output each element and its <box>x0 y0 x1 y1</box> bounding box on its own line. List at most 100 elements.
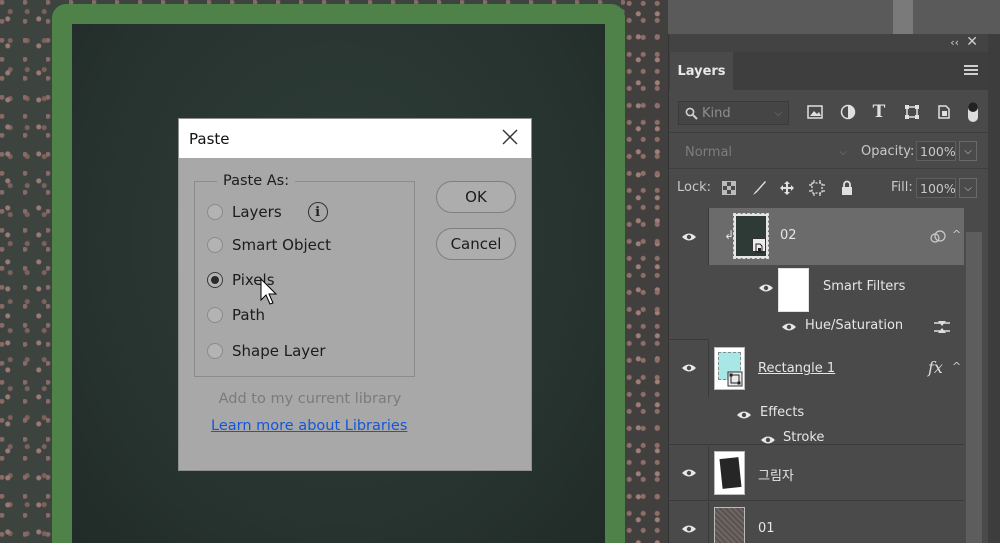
chevron-up-icon[interactable]: ^ <box>952 360 961 373</box>
filter-kind-select[interactable]: Kind ⌵ <box>678 101 789 125</box>
option-shape-layer[interactable]: Shape Layer <box>207 342 326 360</box>
filter-toggle-switch[interactable] <box>968 102 978 122</box>
blend-mode-value: Normal <box>685 144 733 160</box>
cancel-button[interactable]: Cancel <box>436 228 516 260</box>
hue-saturation-filter[interactable]: Hue/Saturation <box>805 318 903 333</box>
type-filter-icon[interactable]: T <box>870 102 888 122</box>
option-path-label: Path <box>232 306 265 324</box>
eye-icon[interactable] <box>736 410 752 420</box>
clipping-arrow-icon: ↲ <box>724 228 735 242</box>
eye-icon[interactable] <box>758 283 774 293</box>
tab-layers[interactable]: Layers <box>670 52 733 90</box>
radio-path[interactable] <box>207 307 223 323</box>
stroke-effect[interactable]: Stroke <box>783 430 824 445</box>
visibility-column <box>668 446 709 500</box>
dialog-title: Paste <box>189 129 230 148</box>
eye-icon[interactable] <box>681 468 697 478</box>
canvas-texture-strip <box>625 0 668 543</box>
smart-filter-indicator-icon[interactable] <box>930 230 946 244</box>
smart-filters-label[interactable]: Smart Filters <box>823 279 905 294</box>
info-icon[interactable]: i <box>307 202 328 222</box>
lock-transparent-pixels-icon[interactable] <box>720 179 738 197</box>
blend-row: Normal ⌵ Opacity: 100% ⌵ <box>669 132 988 168</box>
opacity-input[interactable]: 100% <box>916 141 956 161</box>
smart-object-badge-icon <box>752 238 766 253</box>
smart-object-filter-icon[interactable] <box>935 103 953 121</box>
workspace-scrollbar[interactable] <box>893 0 913 34</box>
learn-more-link[interactable]: Learn more about Libraries <box>211 418 407 434</box>
layer-rectangle-1-name[interactable]: Rectangle 1 <box>758 361 835 376</box>
eye-icon[interactable] <box>760 435 776 445</box>
fill-label: Fill: <box>891 180 913 195</box>
blend-mode-select[interactable]: Normal ⌵ <box>678 141 853 163</box>
shape-layer-badge-icon <box>727 371 743 387</box>
filter-blending-options-icon[interactable] <box>933 320 951 334</box>
option-layers[interactable]: Layers i <box>207 202 328 222</box>
lock-artboard-icon[interactable] <box>808 179 826 197</box>
lock-all-icon[interactable] <box>838 179 856 197</box>
layer-01-row[interactable]: 01 <box>668 502 964 543</box>
rectangle-1-thumbnail[interactable] <box>714 347 745 390</box>
smart-filter-mask-thumbnail[interactable] <box>778 268 809 312</box>
radio-pixels[interactable] <box>207 272 223 288</box>
adjustment-filter-icon[interactable] <box>839 103 857 121</box>
paste-dialog: Paste Paste As: Layers i Smart Object Pi… <box>179 119 531 470</box>
add-to-library-text: Add to my current library <box>218 391 402 407</box>
shape-filter-icon[interactable] <box>903 103 921 121</box>
paste-as-group: Paste As: Layers i Smart Object Pixels P… <box>194 173 415 377</box>
layer-02-group: ↲ 02 ^ Smart Filters Hue/Saturation <box>668 208 964 340</box>
fill-input[interactable]: 100% <box>916 178 956 198</box>
layer-shadow-row[interactable]: 그림자 <box>668 446 964 501</box>
ok-button[interactable]: OK <box>436 181 516 213</box>
radio-layers[interactable] <box>207 204 223 220</box>
layer-02-name[interactable]: 02 <box>780 228 797 243</box>
layer-shadow-name[interactable]: 그림자 <box>758 465 794 484</box>
paste-as-label: Paste As: <box>217 173 296 189</box>
eye-icon[interactable] <box>681 363 697 373</box>
image-filter-icon[interactable] <box>806 103 824 121</box>
eye-icon[interactable] <box>681 524 697 534</box>
fill-dropdown-icon[interactable]: ⌵ <box>959 178 977 198</box>
chevron-down-icon: ⌵ <box>839 146 847 158</box>
panel-tabbar: Layers <box>669 52 988 90</box>
opacity-label: Opacity: <box>861 144 915 159</box>
layer-01-thumbnail[interactable] <box>714 507 745 543</box>
option-path[interactable]: Path <box>207 306 265 324</box>
visibility-column <box>668 502 709 543</box>
lock-image-pixels-icon[interactable] <box>750 179 768 197</box>
option-smart-object-label: Smart Object <box>232 236 331 254</box>
option-shape-layer-label: Shape Layer <box>232 342 326 360</box>
radio-shape-layer[interactable] <box>207 343 223 359</box>
fx-icon[interactable]: fx <box>928 358 943 377</box>
effects-label[interactable]: Effects <box>760 405 804 420</box>
search-icon <box>685 107 698 120</box>
panel-right-edge <box>988 34 1000 543</box>
dialog-titlebar: Paste <box>179 119 531 158</box>
option-layers-label: Layers <box>232 203 282 221</box>
chevron-up-icon[interactable]: ^ <box>952 228 961 241</box>
option-smart-object[interactable]: Smart Object <box>207 236 331 254</box>
visibility-column <box>668 341 709 397</box>
eye-icon[interactable] <box>681 232 697 242</box>
lock-position-icon[interactable] <box>778 179 796 197</box>
mouse-cursor-icon <box>260 278 278 305</box>
close-icon[interactable]: ✕ <box>966 34 978 50</box>
opacity-dropdown-icon[interactable]: ⌵ <box>959 141 977 161</box>
layers-list: ↲ 02 ^ Smart Filters Hue/Saturation Rect… <box>668 208 964 543</box>
visibility-column <box>668 208 709 265</box>
collapse-icon[interactable]: ‹‹ <box>950 36 959 49</box>
shadow-layer-thumbnail[interactable] <box>714 451 745 495</box>
workspace-background <box>668 0 1000 34</box>
panel-menu-icon[interactable] <box>964 65 978 75</box>
layer-01-name[interactable]: 01 <box>758 521 775 536</box>
eye-icon[interactable] <box>781 322 797 332</box>
layer-rectangle-1-group[interactable]: Rectangle 1 fx ^ Effects Stroke <box>668 341 964 445</box>
close-icon[interactable] <box>501 128 519 146</box>
panel-header-bar: ‹‹ ✕ <box>669 34 988 52</box>
lock-label: Lock: <box>677 180 712 195</box>
filter-row: Kind ⌵ T <box>669 90 988 132</box>
filter-kind-label: Kind <box>702 105 731 121</box>
chevron-down-icon: ⌵ <box>774 107 782 119</box>
layers-scrollbar-thumb[interactable] <box>966 232 982 543</box>
radio-smart-object[interactable] <box>207 237 223 253</box>
